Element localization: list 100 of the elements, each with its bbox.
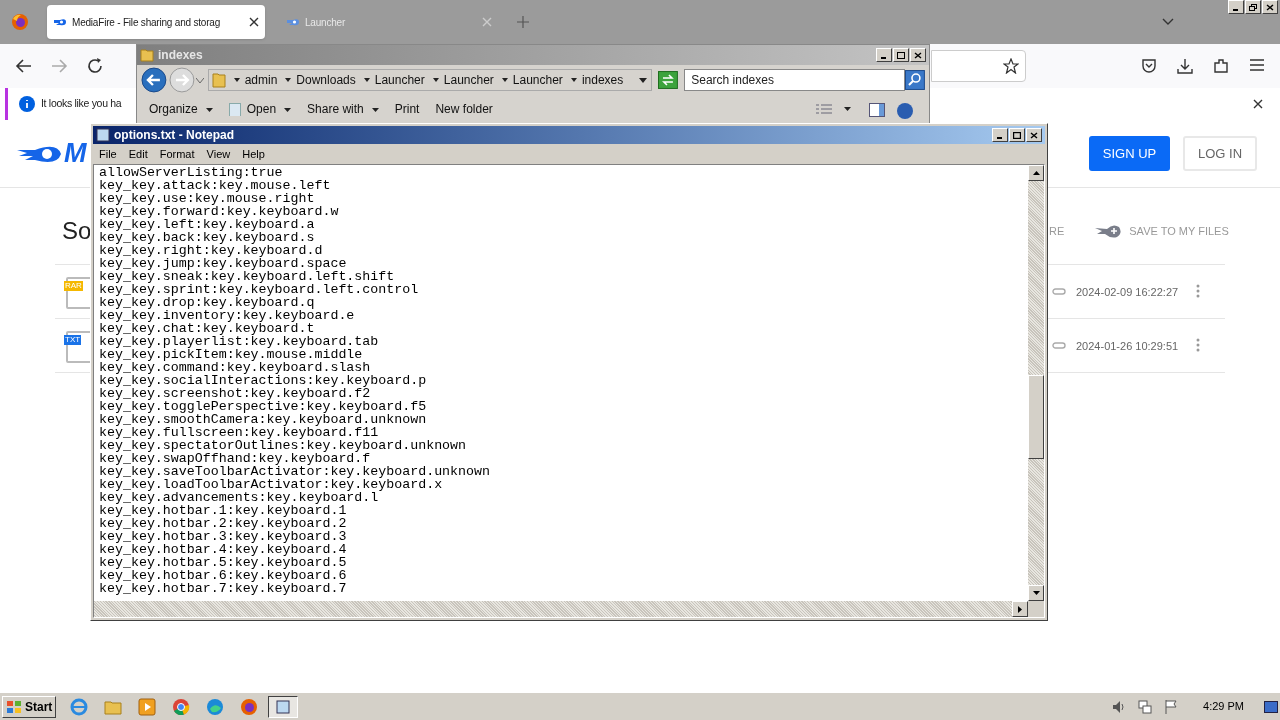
breadcrumb-item[interactable]: indexes [581,71,624,89]
close-icon[interactable] [249,17,259,27]
close-button[interactable] [1262,0,1278,14]
caret-icon[interactable] [432,78,439,82]
text-line: key_key.saveToolbarActivator:key.keyboard.unknown [99,465,491,478]
maximize-button[interactable] [1009,128,1025,142]
browser-tab[interactable]: MediaFire - File sharing and storag [47,5,265,39]
address-bar[interactable]: admin Downloads Launcher Launcher Launcher indexes [207,69,653,91]
horizontal-scrollbar[interactable] [94,601,1028,617]
close-icon [1266,3,1274,11]
reload-icon[interactable] [87,58,103,74]
firefox-icon[interactable] [11,13,29,31]
caret-icon[interactable] [570,78,577,82]
caret-icon[interactable] [844,107,851,111]
notepad-icon [96,128,110,142]
minimize-button[interactable] [876,48,892,62]
menu-item[interactable]: File [99,145,117,163]
breadcrumb-item[interactable]: Launcher [374,71,425,89]
notepad-icon [276,699,291,714]
text-line: key_key.sprint:key.keyboard.left.control [99,283,420,296]
notification-text: It looks like you ha [41,96,122,112]
toolbar-button[interactable]: Share with [307,103,379,116]
menu-item[interactable]: Help [242,145,265,163]
text-line: allowServerListing:true [99,166,283,179]
media-player-icon[interactable] [138,697,157,716]
restore-icon [1249,3,1257,11]
chevron-down-icon[interactable] [1162,18,1174,26]
text-line: key_key.spectatorOutlines:key.keyboard.unknown [99,439,468,452]
log-in-button[interactable]: LOG IN [1183,136,1257,171]
clock[interactable]: 4:29 PM [1203,698,1244,715]
close-button[interactable] [1026,128,1042,142]
caret-icon[interactable] [233,78,240,82]
text-line: key_key.swapOffhand:key.keyboard.f [99,452,371,465]
toolbar-button[interactable]: Organize [149,103,213,116]
windows-logo-icon [6,699,22,714]
breadcrumb-item[interactable]: admin [244,71,278,89]
more-icon[interactable] [1196,338,1200,352]
flag-icon[interactable] [1163,698,1180,715]
toolbar-button[interactable]: New folder [435,103,493,116]
menu-icon[interactable] [1249,58,1265,72]
search-icon[interactable] [905,70,925,90]
refresh-icon[interactable] [658,71,679,89]
menu-item[interactable]: Format [159,145,195,163]
close-button[interactable] [910,48,926,62]
menu-item[interactable]: View [206,145,231,163]
menu-item[interactable]: Edit [128,145,148,163]
caret-icon[interactable] [501,78,508,82]
text-line: key_key.sneak:key.keyboard.left.shift [99,270,395,283]
breadcrumb-item[interactable]: Launcher [443,71,494,89]
show-desktop-icon[interactable] [1264,700,1278,713]
notepad-task-button[interactable] [268,695,299,718]
maximize-icon [1013,131,1021,139]
close-icon [914,51,922,59]
text-line: key_key.hotbar.3:key.keyboard.3 [99,530,348,543]
breadcrumb-item[interactable]: Downloads [296,71,356,89]
download-icon[interactable] [1177,58,1193,74]
extensions-icon[interactable] [1213,58,1229,74]
caret-icon[interactable] [363,78,370,82]
maximize-icon [897,51,905,59]
star-icon[interactable] [1003,58,1019,74]
caret-icon [284,107,292,112]
back-icon[interactable] [15,59,32,73]
document-icon [228,103,241,116]
search-field[interactable]: Search indexes [684,69,906,91]
shield-icon[interactable] [1141,58,1157,74]
text-line: key_key.advancements:key.keyboard.l [99,491,379,504]
network-icon[interactable] [1137,698,1154,715]
chrome-icon[interactable] [172,697,191,716]
text-line: key_key.pickItem:key.mouse.middle [99,348,363,361]
text-line: key_key.inventory:key.keyboard.e [99,309,356,322]
file-type-badge: RAR [64,281,83,291]
text-line: key_key.right:key.keyboard.d [99,244,323,257]
maximize-button[interactable] [893,48,909,62]
close-icon [1030,131,1038,139]
back-icon[interactable] [141,67,167,93]
toolbar-button[interactable]: Print [394,103,420,116]
caret-icon[interactable] [285,78,292,82]
minimize-button[interactable] [1228,0,1244,14]
minimize-button[interactable] [992,128,1008,142]
more-icon[interactable] [1196,284,1200,298]
text-line: key_key.use:key.mouse.right [99,192,315,205]
heading: So [62,216,92,246]
fire-logo-icon [286,17,300,27]
vertical-scrollbar[interactable] [1028,165,1044,601]
preview-pane-icon[interactable] [869,103,885,117]
start-button[interactable]: Start [2,695,57,718]
text-line: key_key.chat:key.keyboard.t [99,322,315,335]
folder-icon [140,48,154,62]
window-title: indexes [158,47,203,64]
sign-up-button[interactable]: SIGN UP [1089,136,1170,171]
toolbar-button[interactable]: Open [228,103,292,116]
file-type-badge: TXT [64,335,82,345]
caret-icon[interactable] [639,77,648,83]
close-icon[interactable] [1253,99,1263,109]
file-date: 2024-01-26 10:29:51 [1076,339,1179,354]
text-line: key_key.hotbar.5:key.keyboard.5 [99,556,348,569]
restore-button[interactable] [1245,0,1261,14]
firefox-icon[interactable] [240,697,259,716]
breadcrumb-item[interactable]: Launcher [512,71,563,89]
text-line: key_key.jump:key.keyboard.space [99,257,347,270]
